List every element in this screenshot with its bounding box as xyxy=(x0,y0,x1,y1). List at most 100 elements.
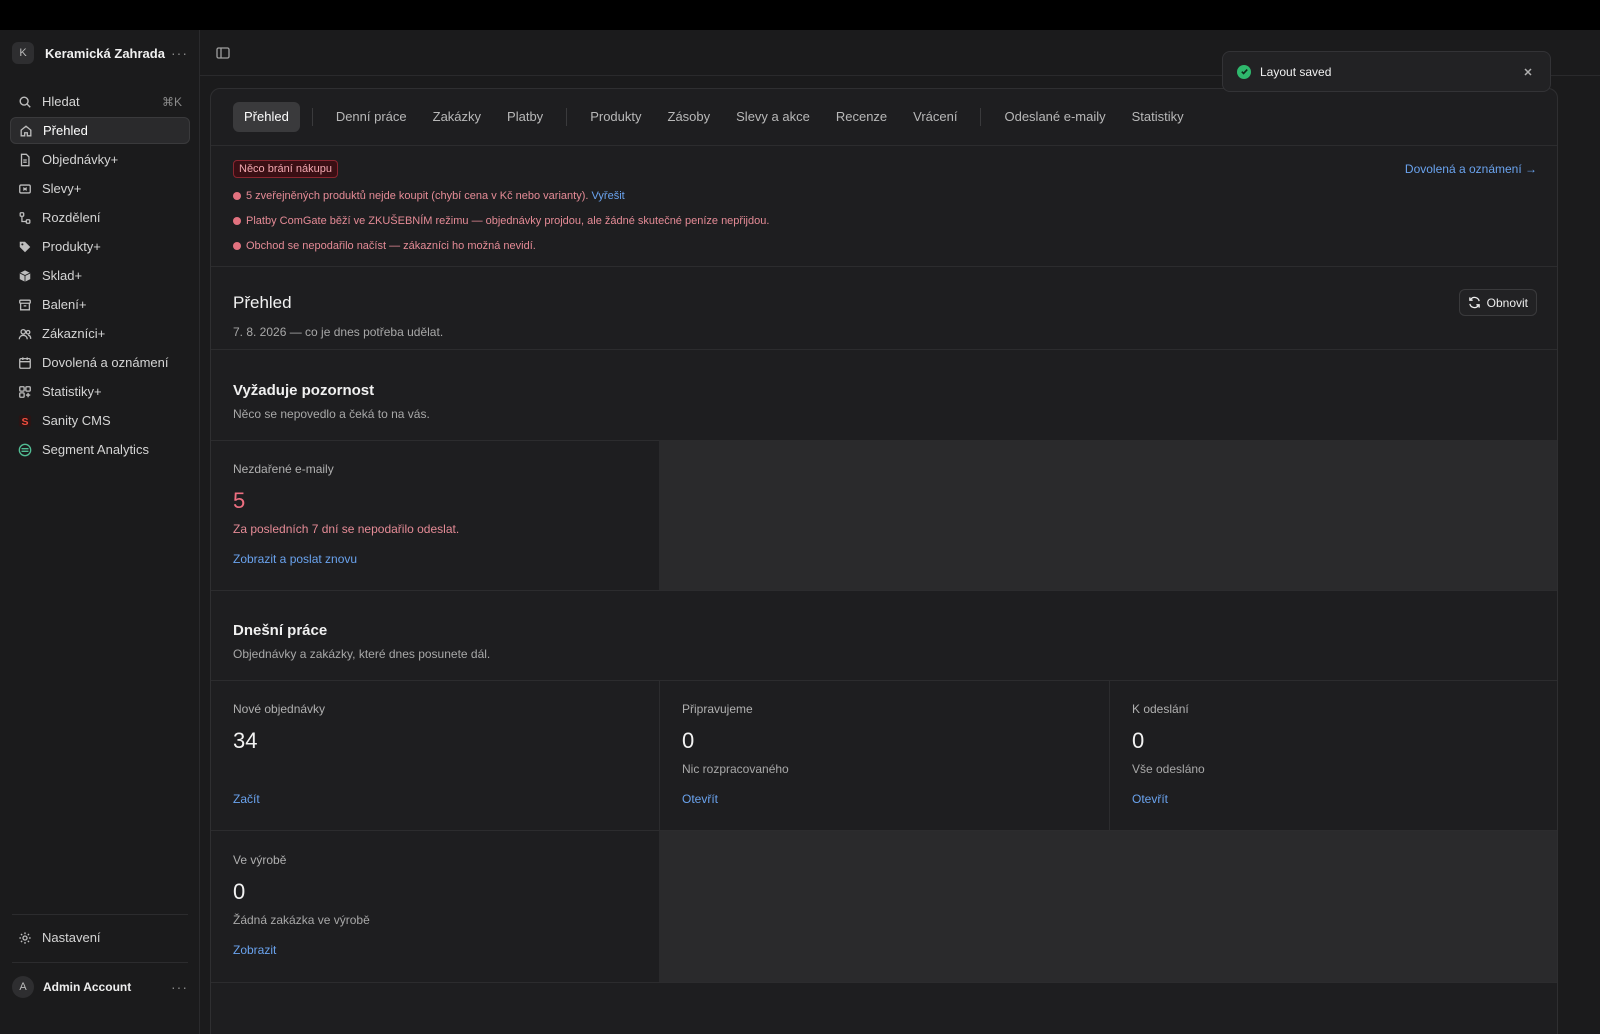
open-preparing-link[interactable]: Otevřít xyxy=(682,792,718,806)
store-name: Keramická Zahrada xyxy=(45,45,165,61)
search-shortcut: ⌘K xyxy=(161,94,182,109)
in-production-card: Ve výrobě 0 Žádná zakázka ve výrobě Zobr… xyxy=(211,831,659,982)
tab-denni-prace[interactable]: Denní práce xyxy=(325,102,418,132)
card-note: Za posledních 7 dní se nepodařilo odesla… xyxy=(233,522,460,536)
sidebar-item-sanity[interactable]: S Sanity CMS xyxy=(10,407,190,434)
tab-slevy-a-akce[interactable]: Slevy a akce xyxy=(725,102,821,132)
close-icon[interactable] xyxy=(1522,66,1534,78)
divider xyxy=(211,590,1557,591)
sidebar-item-slevy[interactable]: Slevy+ xyxy=(10,175,190,202)
store-avatar: K xyxy=(12,42,34,64)
sidebar-item-baleni[interactable]: Balení+ xyxy=(10,291,190,318)
failed-emails-card: Nezdařené e-maily 5 Za posledních 7 dní … xyxy=(211,440,659,590)
tab-recenze[interactable]: Recenze xyxy=(825,102,898,132)
dashboard-card: Přehled Denní práce Zakázky Platby Produ… xyxy=(210,88,1558,1034)
more-icon[interactable]: ··· xyxy=(171,45,188,61)
avatar: A xyxy=(12,976,34,998)
sidebar-item-label: Segment Analytics xyxy=(42,442,149,457)
account-name: Admin Account xyxy=(43,980,132,994)
sidebar-item-rozdeleni[interactable]: Rozdělení xyxy=(10,204,190,231)
card-label: Nové objednávky xyxy=(233,702,326,716)
today-title: Dnešní práce xyxy=(233,622,328,639)
card-note: Vše odesláno xyxy=(1132,762,1205,776)
sidebar-toggle-icon[interactable] xyxy=(216,46,230,60)
preparing-card: Připravujeme 0 Nic rozpracovaného Otevří… xyxy=(660,680,1109,830)
app: K Keramická Zahrada ··· Hledat ⌘K Přehle… xyxy=(0,30,1600,1034)
card-label: Nezdařené e-maily xyxy=(233,462,334,476)
show-production-link[interactable]: Zobrazit xyxy=(233,943,276,957)
sidebar-item-zakaznici[interactable]: Zákazníci+ xyxy=(10,320,190,347)
archive-icon xyxy=(17,297,33,313)
card-value: 0 xyxy=(1132,728,1145,753)
sidebar-item-dovolena[interactable]: Dovolená a oznámení xyxy=(10,349,190,376)
sidebar-item-segment[interactable]: Segment Analytics xyxy=(10,436,190,463)
toast-notification: Layout saved xyxy=(1222,51,1551,92)
sidebar-item-label: Objednávky+ xyxy=(42,152,119,167)
sidebar-item-label: Slevy+ xyxy=(42,181,82,196)
sidebar-item-sklad[interactable]: Sklad+ xyxy=(10,262,190,289)
search-icon xyxy=(17,94,33,110)
to-ship-card: K odeslání 0 Vše odesláno Otevřít xyxy=(1110,680,1557,830)
card-note: Žádná zakázka ve výrobě xyxy=(233,913,370,927)
sidebar-item-statistiky[interactable]: Statistiky+ xyxy=(10,378,190,405)
tab-zakazky[interactable]: Zakázky xyxy=(422,102,492,132)
account-menu[interactable]: A Admin Account ··· xyxy=(12,976,188,998)
card-value: 0 xyxy=(682,728,695,753)
tab-odeslane-emaily[interactable]: Odeslané e-maily xyxy=(993,102,1116,132)
refresh-button[interactable]: Obnovit xyxy=(1458,289,1537,316)
sidebar-divider xyxy=(12,962,188,963)
resend-emails-link[interactable]: Zobrazit a poslat znovu xyxy=(233,552,357,566)
sidebar-item-label: Přehled xyxy=(43,123,88,138)
check-circle-icon xyxy=(1237,64,1251,79)
today-subtitle: Objednávky a zakázky, které dnes posunet… xyxy=(233,647,491,661)
file-icon xyxy=(17,152,33,168)
sidebar-search-label: Hledat xyxy=(42,94,80,109)
sidebar-item-label: Rozdělení xyxy=(42,210,101,225)
svg-text:S: S xyxy=(21,415,28,427)
open-shipping-link[interactable]: Otevřít xyxy=(1132,792,1168,806)
tab-separator xyxy=(980,108,982,126)
calendar-icon xyxy=(17,355,33,371)
more-icon[interactable]: ··· xyxy=(171,979,188,995)
card-value: 0 xyxy=(233,879,246,904)
alert-badge: Něco brání nákupu xyxy=(233,160,338,178)
sidebar-item-prehled[interactable]: Přehled xyxy=(10,117,190,144)
tab-separator xyxy=(311,108,313,126)
start-link[interactable]: Začít xyxy=(233,792,260,806)
ticket-icon xyxy=(17,181,33,197)
tag-icon xyxy=(17,239,33,255)
tab-vraceni[interactable]: Vrácení xyxy=(902,102,968,132)
empty-grid-area xyxy=(659,440,1557,590)
sidebar-item-nastaveni[interactable]: Nastavení xyxy=(10,924,190,951)
tab-platby[interactable]: Platby xyxy=(496,102,554,132)
sidebar-item-label: Statistiky+ xyxy=(42,384,102,399)
sidebar-item-label: Sanity CMS xyxy=(42,413,111,428)
new-orders-card: Nové objednávky 34 Začít xyxy=(211,680,659,830)
vacation-link[interactable]: Dovolená a oznámení → xyxy=(1405,162,1537,176)
fix-link[interactable]: Vyřešit xyxy=(591,190,624,202)
sidebar-item-produkty[interactable]: Produkty+ xyxy=(10,233,190,260)
refresh-label: Obnovit xyxy=(1486,295,1528,310)
sidebar-item-label: Balení+ xyxy=(42,297,87,312)
store-switcher[interactable]: K Keramická Zahrada ··· xyxy=(12,42,188,64)
purchase-blocker-alert: Něco brání nákupu 5 zveřejněných produkt… xyxy=(211,146,1557,267)
tab-bar: Přehled Denní práce Zakázky Platby Produ… xyxy=(211,89,1557,146)
alert-line-text: 5 zveřejněných produktů nejde koupit (ch… xyxy=(246,190,589,202)
users-icon xyxy=(17,326,33,342)
sidebar-search[interactable]: Hledat ⌘K xyxy=(10,88,190,115)
tab-zasoby[interactable]: Zásoby xyxy=(657,102,722,132)
tab-produkty[interactable]: Produkty xyxy=(579,102,652,132)
tab-prehled[interactable]: Přehled xyxy=(233,102,300,132)
window-top-bar xyxy=(0,0,1600,30)
sidebar: K Keramická Zahrada ··· Hledat ⌘K Přehle… xyxy=(0,30,200,1034)
card-label: K odeslání xyxy=(1132,702,1189,716)
card-label: Připravujeme xyxy=(682,702,753,716)
error-dot-icon xyxy=(233,192,241,200)
tab-statistiky[interactable]: Statistiky xyxy=(1121,102,1195,132)
sidebar-nav: Hledat ⌘K Přehled Objednávky+ Slevy+ Roz… xyxy=(10,88,190,465)
alert-line: 5 zveřejněných produktů nejde koupit (ch… xyxy=(233,188,625,204)
card-value: 34 xyxy=(233,728,258,753)
segment-logo-icon xyxy=(17,442,33,458)
sidebar-item-objednavky[interactable]: Objednávky+ xyxy=(10,146,190,173)
sidebar-bottom: Nastavení xyxy=(10,924,190,953)
